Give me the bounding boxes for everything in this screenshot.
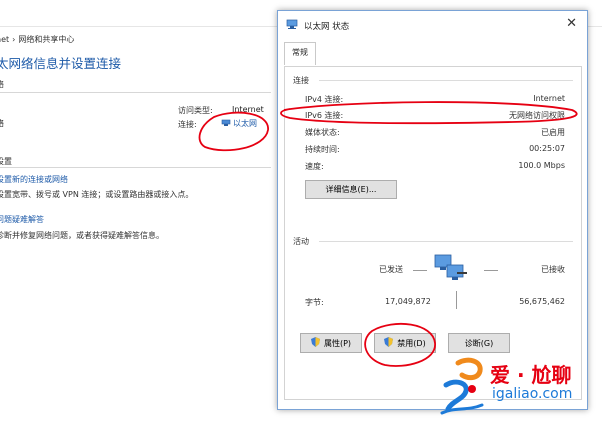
speed-value: 100.0 Mbps <box>518 161 565 170</box>
tab-strip: 常规 <box>278 41 587 66</box>
watermark: 爱 · 尬聊 igaliao.com <box>438 355 598 421</box>
ipv6-label: IPv6 连接: <box>305 111 344 120</box>
watermark-text-cn: 爱 · 尬聊 <box>490 363 572 387</box>
setup-new-connection-description: 设置宽带、拨号或 VPN 连接；或设置路由器或接入点。 <box>0 190 194 199</box>
group-divider <box>319 241 573 242</box>
network-adapter-icon <box>286 19 298 33</box>
disable-label: 禁用(D) <box>397 338 426 348</box>
bytes-received-value: 56,675,462 <box>519 297 565 306</box>
shield-icon <box>310 337 320 349</box>
troubleshoot-link[interactable]: 问题疑难解答 <box>0 214 44 225</box>
properties-button[interactable]: 属性(P) <box>300 333 362 353</box>
ethernet-icon <box>221 119 231 129</box>
dialog-title-bar: 以太网 状态 <box>286 19 349 33</box>
activity-group-title: 活动 <box>293 237 309 246</box>
close-icon[interactable]: ✕ <box>566 16 577 31</box>
dialog-title: 以太网 状态 <box>304 22 350 32</box>
breadcrumb-item-network-center[interactable]: 网络和共享中心 <box>18 35 74 44</box>
sent-label: 已发送 <box>379 265 403 274</box>
media-state-label: 媒体状态: <box>305 128 340 137</box>
duration-value: 00:25:07 <box>529 144 565 153</box>
details-button[interactable]: 详细信息(E)... <box>305 180 397 199</box>
group-divider <box>319 80 573 81</box>
bytes-label: 字节: <box>305 298 324 307</box>
connection-label: 连接: <box>178 120 197 129</box>
ethernet-connection-label: 以太网 <box>233 119 257 128</box>
network-name: 络 <box>0 118 4 129</box>
access-type-label: 访问类型: <box>178 106 213 115</box>
section-active-network-heading: 络 <box>0 79 4 90</box>
received-dash <box>484 270 498 271</box>
duration-label: 持续时间: <box>305 145 340 154</box>
watermark-logo-icon <box>440 357 484 415</box>
ipv4-label: IPv4 连接: <box>305 95 344 104</box>
breadcrumb-separator-icon: › <box>12 35 16 44</box>
disable-button[interactable]: 禁用(D) <box>374 333 436 353</box>
ipv4-value: Internet <box>533 94 565 103</box>
breadcrumb[interactable]: net›网络和共享中心 <box>0 34 74 45</box>
tab-general[interactable]: 常规 <box>284 42 316 65</box>
media-state-value: 已启用 <box>541 128 565 137</box>
connection-group-title: 连接 <box>293 76 309 85</box>
general-tab-panel: 连接 IPv4 连接: Internet IPv6 连接: 无网络访问权限 媒体… <box>284 66 582 400</box>
watermark-text-en: igaliao.com <box>492 386 573 402</box>
bytes-divider <box>456 291 457 309</box>
page-title: 太网络信息并设置连接 <box>0 56 122 71</box>
received-label: 已接收 <box>541 265 565 274</box>
bytes-sent-value: 17,049,872 <box>385 297 431 306</box>
section-change-settings-heading: 设置 <box>0 157 12 166</box>
breadcrumb-item-internet[interactable]: net <box>0 35 9 44</box>
ethernet-connection-link[interactable]: 以太网 <box>221 118 257 129</box>
ethernet-status-dialog: 以太网 状态 ✕ 常规 连接 IPv4 连接: Internet IPv6 连接… <box>277 10 588 410</box>
divider <box>0 167 271 168</box>
divider <box>0 92 271 93</box>
setup-new-connection-link[interactable]: 设置新的连接或网络 <box>0 174 68 185</box>
access-type-value: Internet <box>232 105 264 114</box>
shield-icon <box>384 337 394 349</box>
properties-label: 属性(P) <box>323 338 352 348</box>
sent-dash <box>413 270 427 271</box>
network-activity-icon <box>433 252 471 285</box>
diagnose-button[interactable]: 诊断(G) <box>448 333 510 353</box>
speed-label: 速度: <box>305 162 324 171</box>
troubleshoot-description: 诊断并修复网络问题，或者获得疑难解答信息。 <box>0 231 164 240</box>
ipv6-value: 无网络访问权限 <box>509 111 565 120</box>
